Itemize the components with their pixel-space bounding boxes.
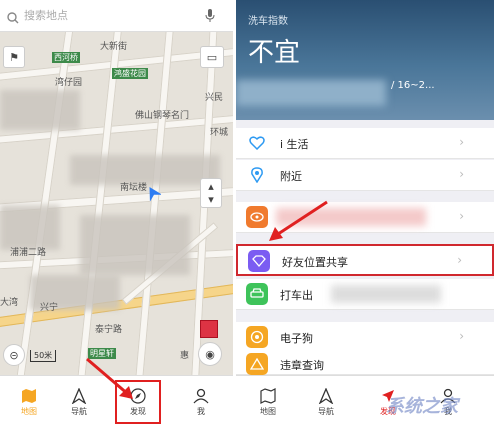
flag-button[interactable]: ⚑ (3, 46, 25, 68)
diamond-icon (248, 250, 270, 272)
menu-label: 电子狗 (280, 332, 313, 345)
heart-icon (246, 132, 268, 154)
chevron-right-icon: › (459, 329, 464, 343)
flag-icon: ⚑ (9, 50, 19, 64)
marker-icon[interactable] (200, 320, 218, 338)
weather-title: 洗车指数 (248, 16, 288, 27)
map-label: 南坛楼 (120, 183, 148, 193)
discover-screen: 洗车指数 不宜 / 16~2... i 生活 › 附近 › › 好友位置共享 ›… (236, 0, 494, 428)
locate-icon: ◉ (205, 347, 215, 361)
profile-icon (193, 388, 209, 404)
menu-label: i 生活 (280, 138, 309, 151)
traffic-icon: ⊝ (9, 348, 19, 362)
locate-button[interactable]: ◉ (198, 342, 222, 366)
car-icon (246, 283, 268, 305)
menu-nearby[interactable]: 附近 › (236, 160, 494, 191)
nav-profile[interactable]: 我 (172, 376, 230, 428)
menu-label: 违章查询 (280, 359, 324, 372)
map-view[interactable]: 西河桥 大新街 湾仔园 鸿盛花园 佛山钢琴名门 兴民 环城 南坛楼 浦浦二路 兴… (0, 30, 233, 375)
map-icon (260, 388, 276, 404)
map-label: 浦浦二路 (10, 248, 47, 258)
nav-map[interactable]: 地图 (236, 376, 300, 428)
menu-radar[interactable]: 电子狗 › (236, 322, 494, 353)
map-icon (22, 389, 36, 403)
traffic-button[interactable]: ⊝ (3, 344, 25, 366)
layers-button[interactable]: ▭ (200, 46, 224, 68)
map-label: 西河桥 (52, 52, 80, 63)
chevron-up-icon[interactable]: ▴ (208, 180, 214, 193)
chevron-down-icon[interactable]: ▾ (208, 193, 214, 206)
map-scale: 50米 (30, 350, 57, 362)
menu-taxi[interactable]: 打车出 (236, 279, 494, 310)
menu-label: 附近 (280, 170, 302, 183)
annotation-arrow (269, 200, 328, 241)
microphone-icon[interactable] (205, 8, 215, 27)
alert-icon (246, 353, 268, 375)
weather-card[interactable]: 洗车指数 不宜 / 16~2... (236, 0, 494, 120)
nav-label: 导航 (318, 407, 334, 416)
map-label: 环城 (210, 128, 229, 138)
menu-violation[interactable]: 违章查询 (236, 352, 494, 375)
map-label: 泰宁路 (95, 325, 123, 335)
nav-label: 地图 (260, 407, 276, 416)
nav-label: 导航 (71, 407, 87, 416)
map-label: 鸿盛花园 (112, 68, 148, 79)
location-arrow-icon (145, 185, 163, 205)
search-bar: 搜索地点 (0, 0, 233, 32)
search-input[interactable]: 搜索地点 (24, 7, 68, 23)
nav-label: 地图 (21, 407, 37, 416)
menu-label: 打车出 (280, 289, 313, 302)
navigate-icon (318, 388, 334, 404)
weather-temp: / 16~2... (391, 80, 435, 91)
annotation-arrow (86, 357, 133, 399)
nav-label: 发现 (130, 406, 146, 416)
chevron-right-icon: › (457, 253, 462, 267)
menu-ilife[interactable]: i 生活 › (236, 128, 494, 159)
map-label: 佛山钢琴名门 (135, 111, 190, 121)
map-screen: 西河桥 大新街 湾仔园 鸿盛花园 佛山钢琴名门 兴民 环城 南坛楼 浦浦二路 兴… (0, 0, 233, 428)
map-label: 大新街 (100, 42, 128, 52)
nav-label: 我 (197, 407, 205, 416)
location-pin-icon (246, 164, 268, 186)
map-label: 湾仔园 (55, 78, 83, 88)
chevron-right-icon: › (459, 209, 464, 223)
layers-icon: ▭ (206, 50, 218, 64)
watermark: 系统之家 (386, 396, 458, 417)
map-label: 惠 (180, 351, 190, 361)
map-label: 兴宁 (40, 303, 59, 313)
chevron-right-icon: › (459, 135, 464, 149)
chevron-right-icon: › (459, 167, 464, 181)
zoom-control[interactable]: ▴ ▾ (200, 178, 222, 208)
menu-friend-location[interactable]: 好友位置共享 › (236, 244, 494, 276)
radar-icon (246, 326, 268, 348)
map-label: 大湾 (0, 298, 19, 308)
map-label: 兴民 (205, 93, 224, 103)
menu-label: 好友位置共享 (282, 256, 348, 269)
weather-value: 不宜 (248, 38, 301, 68)
search-icon (7, 9, 19, 28)
nav-navigate[interactable]: 导航 (294, 376, 358, 428)
